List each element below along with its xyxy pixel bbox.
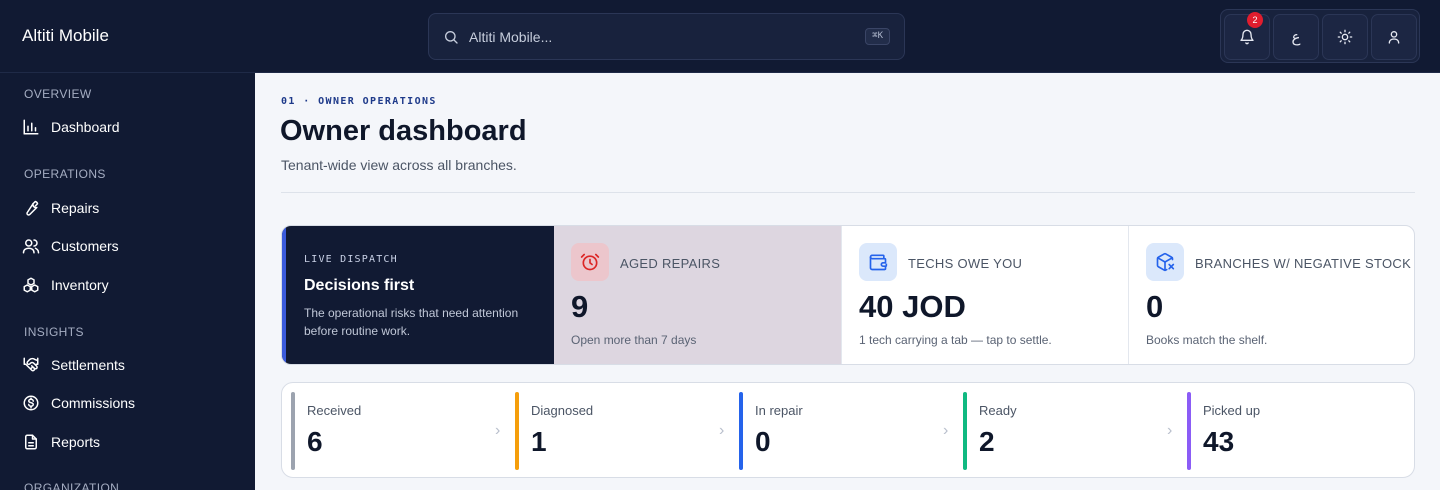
sidebar-item-reports[interactable]: Reports [22,429,242,455]
page-title: Owner dashboard [280,115,527,147]
dispatch-label: LIVE DISPATCH [304,254,398,265]
kpi-icon-box [1146,243,1184,281]
stage-color-bar [515,392,519,470]
pipeline-stage-ready[interactable]: Ready 2 › [963,392,1183,470]
sidebar-item-settlements[interactable]: Settlements [22,352,242,378]
user-menu-button[interactable] [1371,14,1417,60]
sidebar-section-overview: OVERVIEW [24,87,92,101]
header-divider [281,192,1415,193]
bell-icon [1240,29,1254,45]
kpi-icon-box [859,243,897,281]
pipeline-stage-picked-up[interactable]: Picked up 43 [1187,392,1407,470]
stage-color-bar [291,392,295,470]
language-label: ع [1291,29,1301,46]
sidebar-item-dashboard[interactable]: Dashboard [22,114,242,140]
box-x-icon [1156,252,1175,272]
notification-badge: 2 [1247,12,1263,28]
sidebar-item-commissions[interactable]: Commissions [22,390,242,416]
kpi-techs-owe-you[interactable]: TECHS OWE YOU 40 JOD 1 tech carrying a t… [841,226,1128,364]
sidebar-section-organization: ORGANIZATION [24,481,120,490]
search-shortcut: ⌘K [865,28,890,45]
stage-count: 6 [307,426,323,457]
wrench-icon [26,200,39,216]
sidebar-item-inventory[interactable]: Inventory [22,272,242,298]
dollar-circle-icon [23,395,39,411]
stage-color-bar [963,392,967,470]
pipeline-stage-received[interactable]: Received 6 › [291,392,511,470]
repair-pipeline: Received 6 › Diagnosed 1 › In repair 0 ›… [281,382,1415,478]
page-eyebrow: 01 · OWNER OPERATIONS [281,96,437,107]
kpi-icon-box [571,243,609,281]
top-bar: Altiti Mobile Altiti Mobile... ⌘K 2 ع [0,0,1440,73]
stage-label: Ready [979,403,1017,418]
sidebar-item-customers[interactable]: Customers [22,233,242,259]
sidebar-item-repairs[interactable]: Repairs [22,195,242,221]
kpi-aged-repairs[interactable]: AGED REPAIRS 9 Open more than 7 days [554,226,841,364]
sidebar-item-label: Settlements [51,357,125,373]
app-name[interactable]: Altiti Mobile [22,26,109,46]
kpi-label: TECHS OWE YOU [908,256,1023,271]
search-icon [445,31,458,44]
dispatch-title: Decisions first [304,277,415,294]
bar-chart-icon [23,119,39,135]
kpi-value: 0 [1146,289,1164,324]
kpi-value: 9 [571,289,589,324]
stage-label: In repair [755,403,803,418]
chevron-right-icon: › [1167,422,1173,439]
kpi-negative-stock[interactable]: BRANCHES W/ NEGATIVE STOCK 0 Books match… [1128,226,1414,364]
kpi-card: LIVE DISPATCH Decisions first The operat… [281,225,1415,365]
language-button[interactable]: ع [1273,14,1319,60]
kpi-note: Books match the shelf. [1146,333,1268,347]
chevron-right-icon: › [495,422,501,439]
sidebar: OVERVIEW Dashboard OPERATIONS Repairs Cu… [0,73,255,490]
user-icon [1388,31,1400,44]
sidebar-section-insights: INSIGHTS [24,325,84,339]
stage-count: 0 [755,426,771,457]
live-dispatch-panel: LIVE DISPATCH Decisions first The operat… [282,226,554,364]
pipeline-stage-in-repair[interactable]: In repair 0 › [739,392,959,470]
chevron-right-icon: › [719,422,725,439]
sidebar-item-label: Inventory [51,277,109,293]
search-input[interactable]: Altiti Mobile... [469,29,552,45]
kpi-note: 1 tech carrying a tab — tap to settle. [859,333,1052,347]
handshake-icon [23,357,39,372]
stage-count: 43 [1203,426,1235,457]
sidebar-item-label: Commissions [51,395,136,411]
kpi-value: 40 JOD [859,289,966,324]
wallet-icon [869,254,888,271]
top-actions: 2 ع [1220,9,1420,63]
stage-count: 2 [979,426,995,457]
stage-color-bar [739,392,743,470]
stage-label: Picked up [1203,403,1261,418]
sidebar-section-operations: OPERATIONS [24,167,106,181]
boxes-icon [23,277,39,293]
kpi-label: AGED REPAIRS [620,256,721,271]
notifications-button[interactable]: 2 [1224,12,1270,60]
dispatch-description: The operational risks that need attentio… [304,306,519,338]
sun-icon [1337,29,1353,45]
kpi-note: Open more than 7 days [571,333,697,347]
kpi-label: BRANCHES W/ NEGATIVE STOCK [1195,256,1412,271]
sidebar-item-label: Customers [51,238,119,254]
stage-count: 1 [531,426,547,457]
stage-label: Received [307,403,362,418]
search-box[interactable]: Altiti Mobile... ⌘K [428,13,905,60]
clock-icon [580,253,600,271]
stage-label: Diagnosed [531,403,594,418]
page-subtitle: Tenant-wide view across all branches. [281,157,517,173]
users-icon [22,239,40,254]
sidebar-item-label: Reports [51,434,101,450]
theme-toggle-button[interactable] [1322,14,1368,60]
document-icon [25,434,37,450]
chevron-right-icon: › [943,422,949,439]
sidebar-item-label: Dashboard [51,119,120,135]
stage-color-bar [1187,392,1191,470]
pipeline-stage-diagnosed[interactable]: Diagnosed 1 › [515,392,735,470]
sidebar-item-label: Repairs [51,200,100,216]
